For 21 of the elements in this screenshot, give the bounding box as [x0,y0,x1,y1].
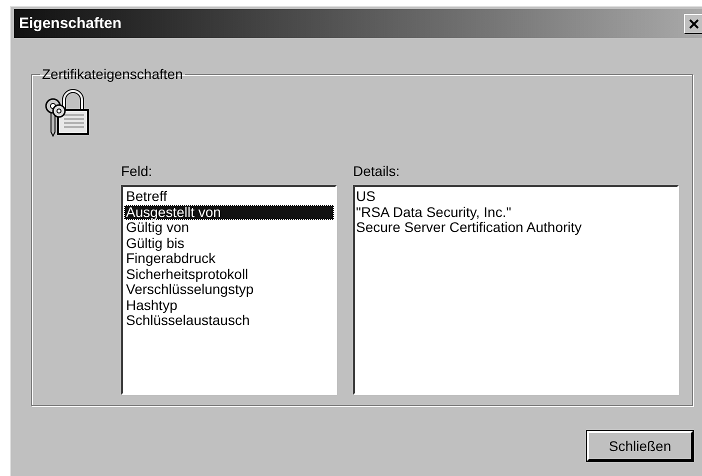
details-box[interactable]: US "RSA Data Security, Inc." Secure Server Certification Authority [353,185,679,395]
group-title: Zertifikateigenschaften [41,66,184,82]
close-button[interactable] [684,14,702,34]
details-line: Secure Server Certification Authority [356,220,583,236]
list-item[interactable]: Gültig bis [124,236,334,251]
list-item[interactable]: Betreff [124,189,334,204]
list-item[interactable]: Ausgestellt von [124,204,334,220]
list-item[interactable]: Hashtyp [124,298,334,313]
details-line: "RSA Data Security, Inc." [356,204,512,220]
window-title: Eigenschaften [19,15,122,32]
details-line: US [356,189,376,204]
list-item[interactable]: Gültig von [124,220,334,236]
close-dialog-button[interactable]: Schließen [587,431,693,461]
list-item[interactable]: Sicherheitsprotokoll [124,266,334,282]
list-item[interactable]: Schlüsselaustausch [124,313,334,328]
details-label: Details: [353,163,401,179]
field-label: Feld: [121,163,154,179]
close-icon [689,18,699,28]
field-list[interactable]: Betreff Ausgestellt von Gültig von Gültig bis Fingerabdruck Sicherheitsprotokoll Verschlüsselungstyp Hashtyp Schlüsselaustausch [121,185,337,395]
list-item[interactable]: Verschlüsselungstyp [124,282,334,298]
list-item[interactable]: Fingerabdruck [124,251,334,266]
